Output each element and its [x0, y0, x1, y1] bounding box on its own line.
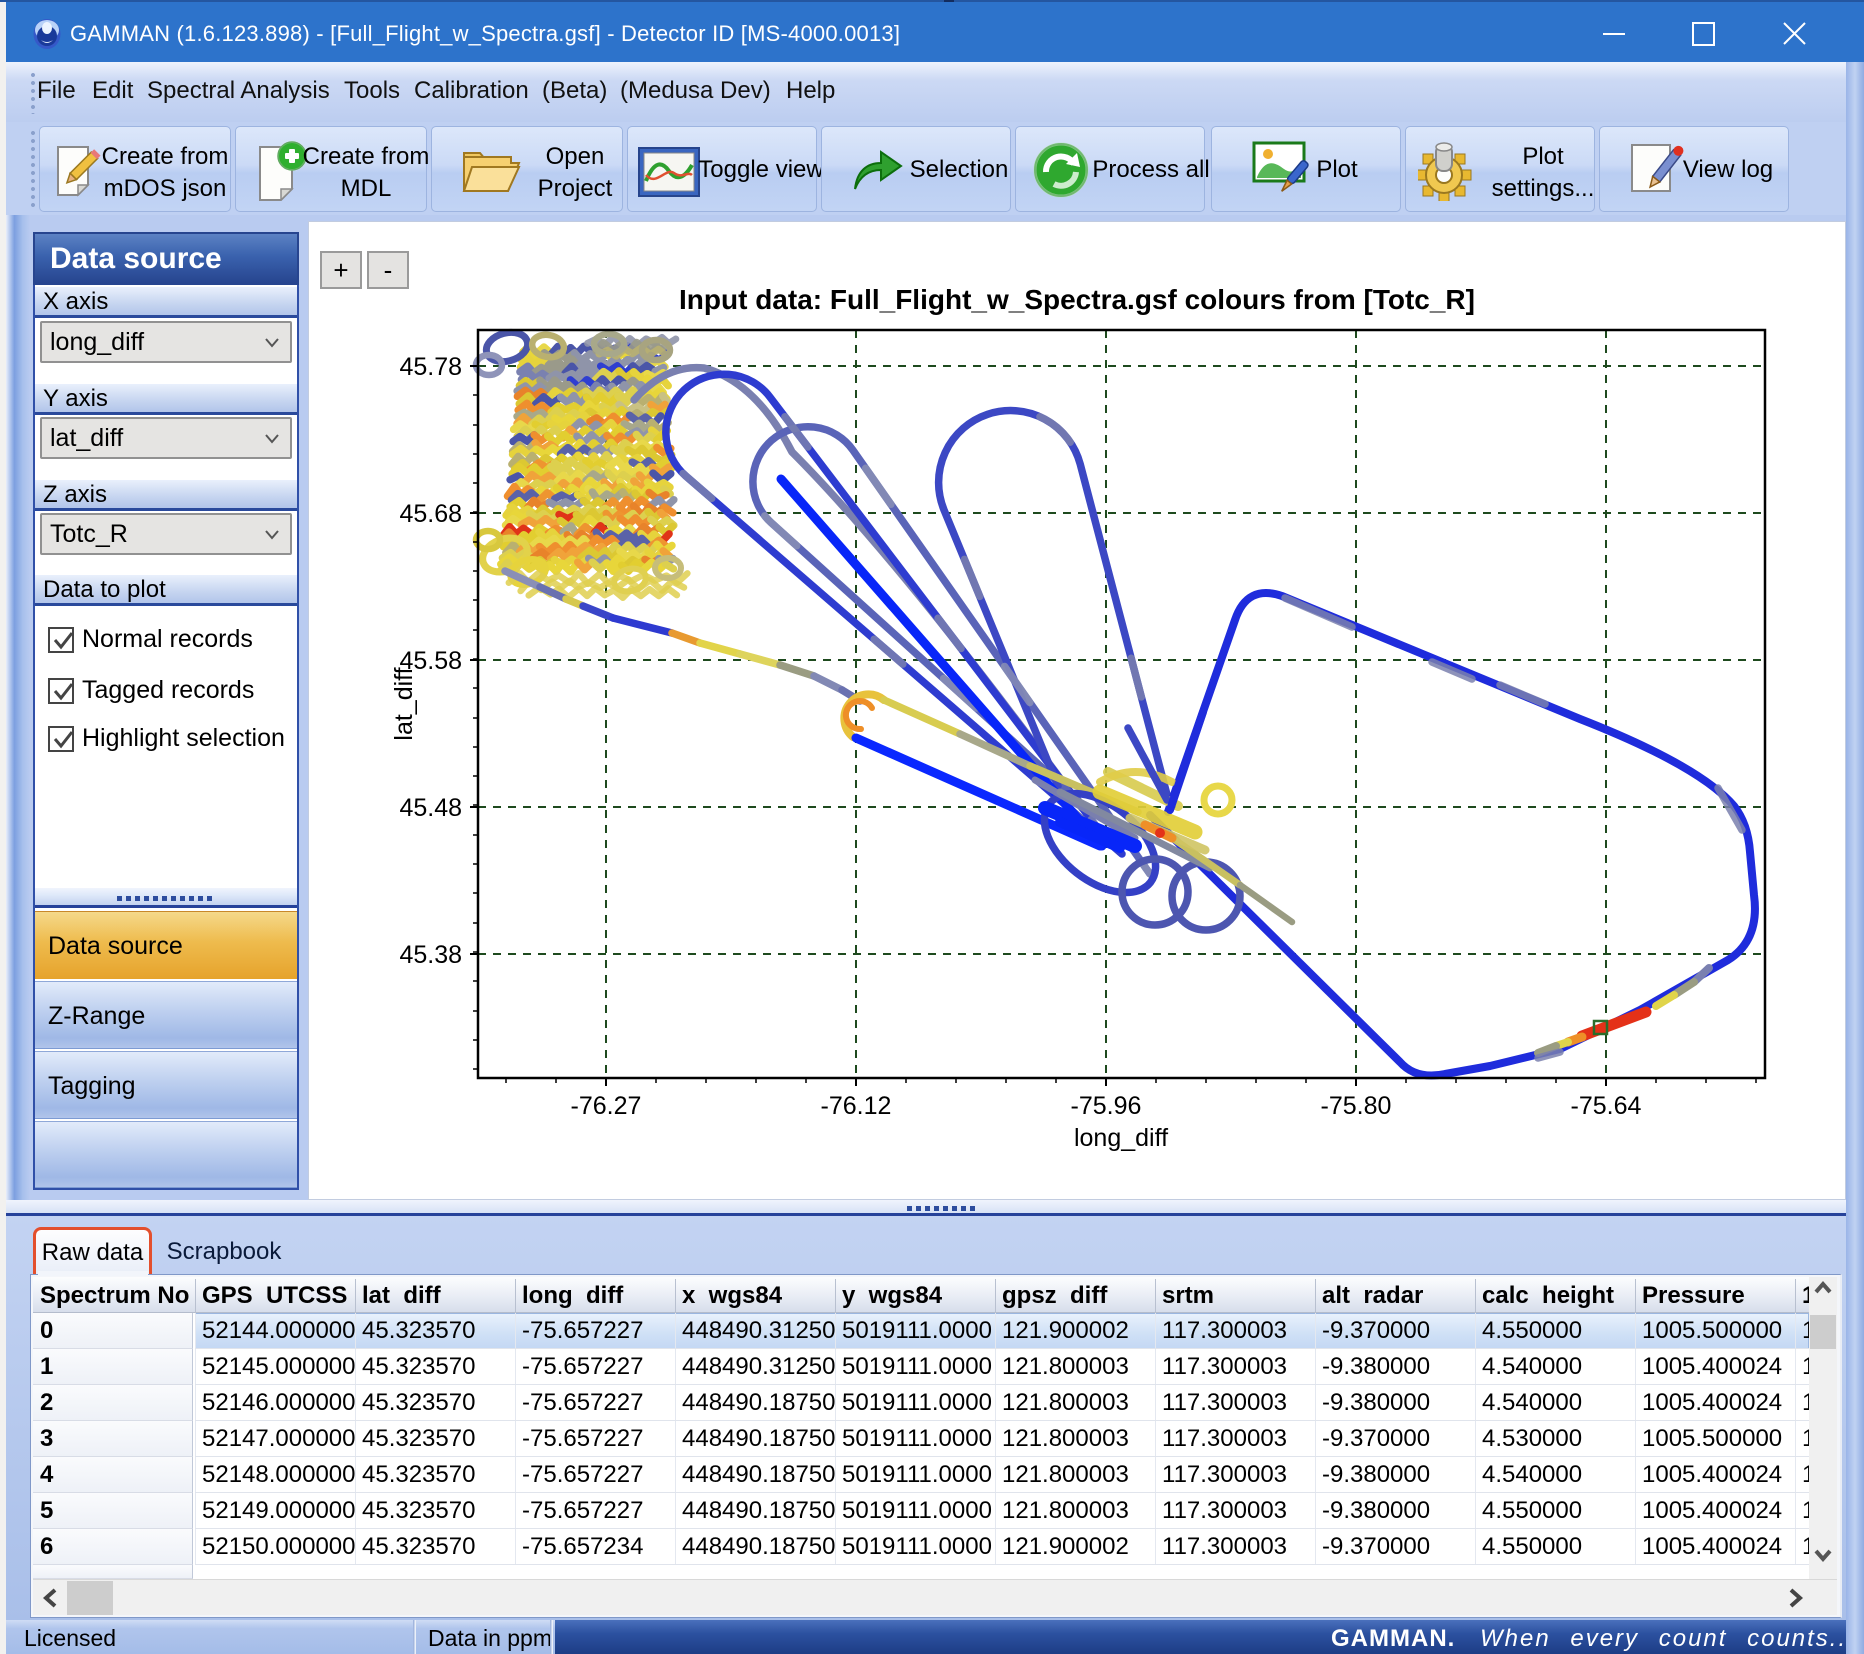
svg-text:45.78: 45.78	[399, 353, 462, 381]
svg-text:45.48: 45.48	[399, 794, 462, 822]
svg-text:-75.80: -75.80	[1321, 1092, 1392, 1120]
svg-text:-75.64: -75.64	[1571, 1092, 1642, 1120]
svg-text:long_diff: long_diff	[1074, 1124, 1168, 1152]
svg-text:lat_diff: lat_diff	[390, 667, 418, 740]
svg-text:-75.96: -75.96	[1071, 1092, 1142, 1120]
svg-text:Input data: Full_Flight_w_Spec: Input data: Full_Flight_w_Spectra.gsf co…	[679, 284, 1475, 315]
svg-text:45.68: 45.68	[399, 500, 462, 528]
svg-text:45.38: 45.38	[399, 941, 462, 969]
svg-text:-76.12: -76.12	[821, 1092, 892, 1120]
svg-text:-76.27: -76.27	[571, 1092, 642, 1120]
